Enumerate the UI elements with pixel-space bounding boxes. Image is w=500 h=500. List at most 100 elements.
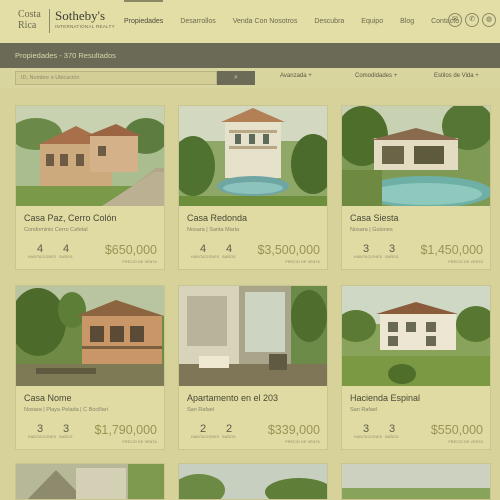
baths-label: BAÑOS xyxy=(385,435,399,439)
property-card[interactable]: Casa Paz, Cerro Colón Condominio Cerro C… xyxy=(15,105,165,270)
nav-blog[interactable]: Blog xyxy=(400,0,414,43)
property-card[interactable]: Casa Siesta Nosara | Guiones 3 HABITACIO… xyxy=(341,105,491,270)
logo-subtitle: INTERNATIONAL REALTY xyxy=(55,24,115,29)
property-card[interactable] xyxy=(15,463,165,500)
search-row: ID, Nombre o Ubicación ⌕ Avanzada + Como… xyxy=(0,68,500,88)
beds-count: 3 xyxy=(362,423,370,435)
price-label: PRECIO DE VENTA xyxy=(448,440,483,444)
property-card[interactable]: Hacienda Espinal San Rafael 3 HABITACION… xyxy=(341,285,491,450)
filter-comodidades[interactable]: Comodidades + xyxy=(355,73,397,79)
property-price: $339,000 xyxy=(267,423,320,437)
beds-stat: 3 HABITACIONES xyxy=(28,423,57,439)
logo-rica: Rica xyxy=(18,20,37,31)
baths-count: 3 xyxy=(388,243,396,255)
beds-count: 4 xyxy=(36,243,44,255)
nav-venda-con-nosotros[interactable]: Venda Con Nosotros xyxy=(233,0,298,43)
property-location: San Rafael xyxy=(187,407,215,413)
property-title[interactable]: Casa Paz, Cerro Colón xyxy=(24,213,117,223)
property-title[interactable]: Casa Redonda xyxy=(187,213,247,223)
property-title[interactable]: Casa Siesta xyxy=(350,213,399,223)
property-photo[interactable] xyxy=(16,464,164,500)
property-title[interactable]: Apartamento en el 203 xyxy=(187,393,278,403)
price-label: PRECIO DE VENTA xyxy=(285,260,320,264)
beds-stat: 2 HABITACIONES xyxy=(191,423,220,439)
beds-label: HABITACIONES xyxy=(28,435,57,439)
nav-descubra[interactable]: Descubra xyxy=(314,0,344,43)
logo[interactable]: Costa Rica Sotheby's INTERNATIONAL REALT… xyxy=(18,9,115,33)
price-label: PRECIO DE VENTA xyxy=(285,440,320,444)
beds-stat: 3 HABITACIONES xyxy=(354,423,383,439)
phone-icon[interactable]: ✆ xyxy=(465,13,479,27)
price-label: PRECIO DE VENTA xyxy=(448,260,483,264)
results-bar: Propiedades - 370 Resultados xyxy=(0,43,500,68)
baths-count: 2 xyxy=(225,423,233,435)
property-location: Nosara | Playa Pelada | C Bocillari xyxy=(24,407,108,413)
baths-label: BAÑOS xyxy=(59,255,73,259)
property-photo[interactable] xyxy=(179,106,327,206)
property-photo[interactable] xyxy=(342,286,490,386)
property-photo[interactable] xyxy=(342,464,490,500)
beds-label: HABITACIONES xyxy=(191,435,220,439)
property-card[interactable]: Casa Redonda Nosara | Santa Marta 4 HABI… xyxy=(178,105,328,270)
mail-icon[interactable]: ✉ xyxy=(448,13,462,27)
filter-estilos-de-vida[interactable]: Estilos de Vida + xyxy=(434,73,479,79)
property-photo[interactable] xyxy=(16,286,164,386)
beds-label: HABITACIONES xyxy=(354,435,383,439)
search-icon: ⌕ xyxy=(234,74,238,81)
baths-label: BAÑOS xyxy=(222,435,236,439)
beds-count: 3 xyxy=(362,243,370,255)
search-button[interactable]: ⌕ xyxy=(217,71,255,85)
logo-brand: Sotheby's xyxy=(55,8,106,23)
beds-label: HABITACIONES xyxy=(28,255,57,259)
property-location: Nosara | Santa Marta xyxy=(187,227,240,233)
nav-equipo[interactable]: Equipo xyxy=(361,0,383,43)
price-label: PRECIO DE VENTA xyxy=(122,440,157,444)
beds-label: HABITACIONES xyxy=(354,255,383,259)
baths-stat: 2 BAÑOS xyxy=(217,423,241,439)
globe-icon[interactable]: ◍ xyxy=(482,13,496,27)
site-header: Costa Rica Sotheby's INTERNATIONAL REALT… xyxy=(0,0,500,43)
price-label: PRECIO DE VENTA xyxy=(122,260,157,264)
property-card[interactable]: Casa Nome Nosara | Playa Pelada | C Boci… xyxy=(15,285,165,450)
nav-desarrollos[interactable]: Desarrollos xyxy=(180,0,215,43)
property-title[interactable]: Casa Nome xyxy=(24,393,72,403)
property-location: San Rafael xyxy=(350,407,378,413)
baths-label: BAÑOS xyxy=(222,255,236,259)
beds-stat: 3 HABITACIONES xyxy=(354,243,383,259)
property-photo[interactable] xyxy=(342,106,490,206)
nav-propiedades[interactable]: Propiedades xyxy=(124,0,164,43)
property-photo[interactable] xyxy=(16,106,164,206)
property-title[interactable]: Hacienda Espinal xyxy=(350,393,420,403)
logo-costa: Costa xyxy=(18,9,41,20)
property-price: $3,500,000 xyxy=(257,243,320,257)
property-location: Condominio Cerro Cafetal xyxy=(24,227,88,233)
property-price: $1,790,000 xyxy=(94,423,157,437)
baths-stat: 3 BAÑOS xyxy=(380,243,404,259)
baths-count: 3 xyxy=(388,423,396,435)
baths-count: 3 xyxy=(62,423,70,435)
beds-count: 3 xyxy=(36,423,44,435)
property-photo[interactable] xyxy=(179,464,327,500)
property-location: Nosara | Guiones xyxy=(350,227,393,233)
beds-count: 4 xyxy=(199,243,207,255)
main-nav: Propiedades Desarrollos Venda Con Nosotr… xyxy=(124,0,476,43)
baths-count: 4 xyxy=(62,243,70,255)
search-input[interactable]: ID, Nombre o Ubicación xyxy=(15,71,217,85)
baths-count: 4 xyxy=(225,243,233,255)
baths-stat: 4 BAÑOS xyxy=(54,243,78,259)
baths-stat: 3 BAÑOS xyxy=(54,423,78,439)
results-count: Propiedades - 370 Resultados xyxy=(15,51,116,60)
baths-label: BAÑOS xyxy=(59,435,73,439)
property-photo[interactable] xyxy=(179,286,327,386)
property-price: $550,000 xyxy=(430,423,483,437)
baths-stat: 4 BAÑOS xyxy=(217,243,241,259)
property-card[interactable] xyxy=(178,463,328,500)
beds-label: HABITACIONES xyxy=(191,255,220,259)
property-card[interactable]: Apartamento en el 203 San Rafael 2 HABIT… xyxy=(178,285,328,450)
property-price: $1,450,000 xyxy=(420,243,483,257)
filter-avanzada[interactable]: Avanzada + xyxy=(280,73,312,79)
property-card[interactable] xyxy=(341,463,491,500)
beds-count: 2 xyxy=(199,423,207,435)
beds-stat: 4 HABITACIONES xyxy=(28,243,57,259)
logo-divider xyxy=(49,9,50,33)
